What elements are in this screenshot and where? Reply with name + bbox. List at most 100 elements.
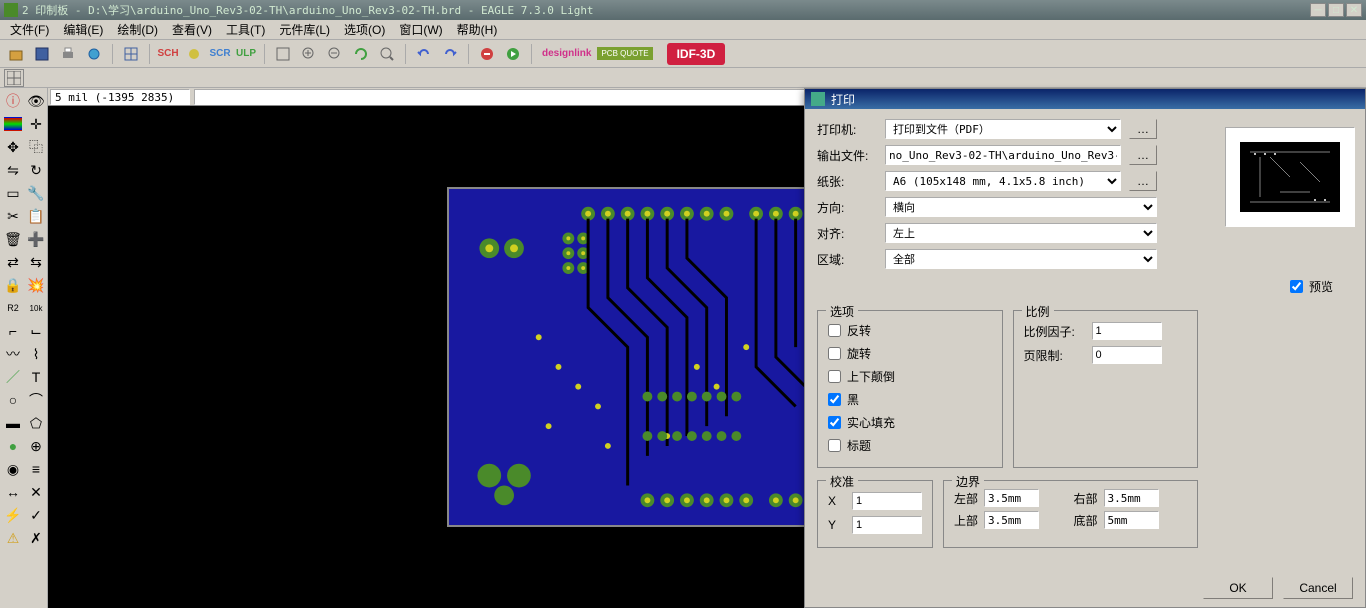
route-tool-icon[interactable]: 〰 (2, 343, 24, 365)
board-icon[interactable] (119, 42, 143, 66)
border-bottom-input[interactable] (1104, 511, 1159, 529)
preview-checkbox[interactable] (1290, 280, 1303, 293)
area-select[interactable]: 全部 (885, 249, 1157, 269)
move-tool-icon[interactable]: ✥ (2, 136, 24, 158)
border-right-input[interactable] (1104, 489, 1159, 507)
output-file-input[interactable] (885, 145, 1121, 165)
calib-x-input[interactable] (852, 492, 922, 510)
paper-browse-button[interactable]: … (1129, 171, 1157, 191)
circle-tool-icon[interactable]: ○ (2, 389, 24, 411)
wire-tool-icon[interactable]: ／ (2, 366, 24, 388)
lock-tool-icon[interactable]: 🔒 (2, 274, 24, 296)
menu-tools[interactable]: 工具(T) (220, 19, 271, 40)
script-icon[interactable]: SCR (208, 42, 232, 66)
replace-tool-icon[interactable]: ⇆ (25, 251, 47, 273)
solid-checkbox[interactable] (828, 416, 841, 429)
paste-tool-icon[interactable]: 📋 (25, 205, 47, 227)
menu-view[interactable]: 查看(V) (166, 19, 218, 40)
miter-tool-icon[interactable]: ⌐ (2, 320, 24, 342)
arc-tool-icon[interactable]: ⌒ (25, 389, 47, 411)
print-icon[interactable] (56, 42, 80, 66)
zoom-out-icon[interactable] (323, 42, 347, 66)
go-icon[interactable] (501, 42, 525, 66)
group-tool-icon[interactable]: ▭ (2, 182, 24, 204)
hole-tool-icon[interactable]: ◉ (2, 458, 24, 480)
grid-icon[interactable] (4, 69, 24, 87)
erc-tool-icon[interactable]: ✓ (25, 504, 47, 526)
sch-icon[interactable]: SCH (156, 42, 180, 66)
zoom-fit-icon[interactable] (271, 42, 295, 66)
name-tool-icon[interactable]: R2 (2, 297, 24, 319)
ratsnest-tool-icon[interactable]: ✕ (25, 481, 47, 503)
drc-tool-icon[interactable]: ✗ (25, 527, 47, 549)
calib-y-input[interactable] (852, 516, 922, 534)
ripup-tool-icon[interactable]: ⌇ (25, 343, 47, 365)
designlink-button[interactable]: designlink (538, 48, 595, 59)
open-icon[interactable] (4, 42, 28, 66)
run-icon[interactable]: ULP (234, 42, 258, 66)
rotate-tool-icon[interactable]: ↻ (25, 159, 47, 181)
save-icon[interactable] (30, 42, 54, 66)
cancel-button[interactable]: Cancel (1283, 577, 1353, 599)
zoom-select-icon[interactable] (375, 42, 399, 66)
close-button[interactable]: ✕ (1346, 3, 1362, 17)
split-tool-icon[interactable]: ⌙ (25, 320, 47, 342)
smash-tool-icon[interactable]: 💥 (25, 274, 47, 296)
undo-icon[interactable] (412, 42, 436, 66)
auto-tool-icon[interactable]: ⚡ (2, 504, 24, 526)
redraw-icon[interactable] (349, 42, 373, 66)
redo-icon[interactable] (438, 42, 462, 66)
delete-tool-icon[interactable]: 🗑 (2, 228, 24, 250)
idf3d-button[interactable]: IDF-3D (667, 43, 726, 65)
printer-select[interactable]: 打印到文件（PDF） (885, 119, 1121, 139)
info-tool-icon[interactable]: ⓘ (2, 90, 24, 112)
change-tool-icon[interactable]: 🔧 (25, 182, 47, 204)
menu-file[interactable]: 文件(F) (4, 19, 55, 40)
use-icon[interactable] (182, 42, 206, 66)
attribute-tool-icon[interactable]: ≡ (25, 458, 47, 480)
via-tool-icon[interactable]: ● (2, 435, 24, 457)
mirror-checkbox[interactable] (828, 324, 841, 337)
maximize-button[interactable]: □ (1328, 3, 1344, 17)
menu-edit[interactable]: 编辑(E) (57, 19, 109, 40)
border-left-input[interactable] (984, 489, 1039, 507)
rect-tool-icon[interactable]: ▬ (2, 412, 24, 434)
copy-tool-icon[interactable]: ⿻ (25, 136, 47, 158)
minimize-button[interactable]: ─ (1310, 3, 1326, 17)
output-browse-button[interactable]: … (1129, 145, 1157, 165)
stop-icon[interactable] (475, 42, 499, 66)
errors-tool-icon[interactable]: ⚠ (2, 527, 24, 549)
paper-select[interactable]: A6 (105x148 mm, 4.1x5.8 inch) (885, 171, 1121, 191)
menu-options[interactable]: 选项(O) (338, 19, 391, 40)
add-tool-icon[interactable]: ➕ (25, 228, 47, 250)
pinswap-tool-icon[interactable]: ⇄ (2, 251, 24, 273)
dialog-title-bar[interactable]: 打印 (805, 89, 1365, 109)
rotate-checkbox[interactable] (828, 347, 841, 360)
signal-tool-icon[interactable]: ⊕ (25, 435, 47, 457)
border-top-input[interactable] (984, 511, 1039, 529)
menu-draw[interactable]: 绘制(D) (111, 19, 164, 40)
menu-library[interactable]: 元件库(L) (273, 19, 336, 40)
show-tool-icon[interactable]: 👁 (25, 90, 47, 112)
page-limit-input[interactable] (1092, 346, 1162, 364)
value-tool-icon[interactable]: 10k (25, 297, 47, 319)
ok-button[interactable]: OK (1203, 577, 1273, 599)
upside-checkbox[interactable] (828, 370, 841, 383)
printer-browse-button[interactable]: … (1129, 119, 1157, 139)
menu-help[interactable]: 帮助(H) (451, 19, 504, 40)
mirror-tool-icon[interactable]: ⇋ (2, 159, 24, 181)
menu-window[interactable]: 窗口(W) (393, 19, 448, 40)
scale-factor-input[interactable] (1092, 322, 1162, 340)
mark-tool-icon[interactable]: ✛ (25, 113, 47, 135)
dimension-tool-icon[interactable]: ↔ (2, 481, 24, 503)
text-tool-icon[interactable]: T (25, 366, 47, 388)
orient-select[interactable]: 横向 (885, 197, 1157, 217)
black-checkbox[interactable] (828, 393, 841, 406)
zoom-in-icon[interactable] (297, 42, 321, 66)
polygon-tool-icon[interactable]: ⬠ (25, 412, 47, 434)
cut-tool-icon[interactable]: ✂ (2, 205, 24, 227)
cam-icon[interactable] (82, 42, 106, 66)
align-select[interactable]: 左上 (885, 223, 1157, 243)
pcbquote-button[interactable]: PCB QUOTE (597, 47, 652, 60)
layer-tool-icon[interactable] (4, 117, 22, 131)
